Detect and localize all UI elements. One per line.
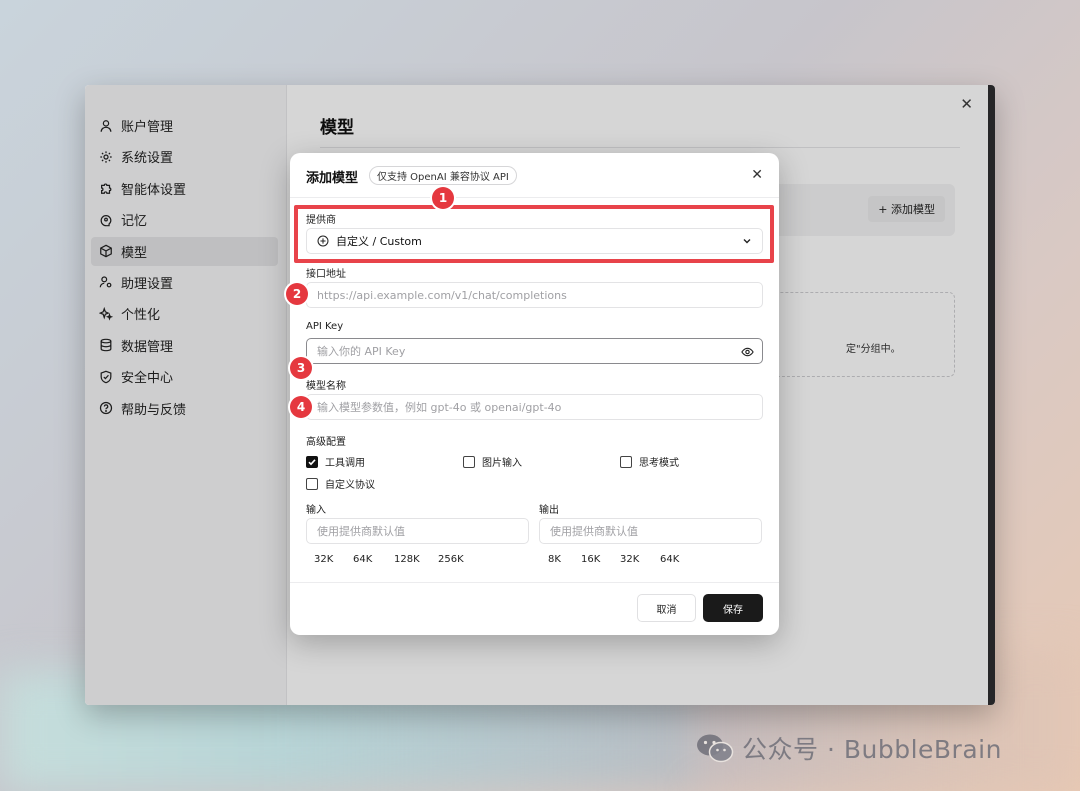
annotation-badge-3: 3: [290, 357, 312, 379]
model-name-input[interactable]: 输入模型参数值，例如 gpt-4o 或 openai/gpt-4o: [306, 394, 763, 420]
watermark: 公众号 · BubbleBrain: [696, 730, 1002, 766]
endpoint-label: 接口地址: [306, 269, 346, 280]
cancel-button[interactable]: 取消: [637, 594, 696, 622]
output-preset-32k[interactable]: 32K: [620, 554, 639, 565]
dialog-header-divider: [290, 197, 779, 198]
dialog-title: 添加模型: [306, 171, 359, 186]
tool-call-checkbox[interactable]: [306, 455, 318, 468]
checkmark-icon: [308, 458, 316, 465]
thinking-mode-checkbox[interactable]: [620, 455, 632, 468]
model-name-label: 模型名称: [306, 381, 346, 392]
output-preset-64k[interactable]: 64K: [660, 554, 679, 565]
protocol-badge: 仅支持 OpenAI 兼容协议 API: [369, 166, 517, 185]
option-label: 思考模式: [639, 458, 679, 469]
api-key-placeholder: 输入你的 API Key: [317, 345, 406, 358]
output-context-label: 输出: [539, 505, 559, 516]
output-context-field[interactable]: 使用提供商默认值: [539, 518, 762, 544]
input-preset-256k[interactable]: 256K: [438, 554, 464, 565]
annotation-badge-1: 1: [432, 187, 454, 209]
close-icon[interactable]: ✕: [751, 167, 763, 183]
input-preset-64k[interactable]: 64K: [353, 554, 372, 565]
thinking-mode-option[interactable]: 思考模式: [620, 454, 679, 469]
output-preset-8k[interactable]: 8K: [548, 554, 561, 565]
save-button[interactable]: 保存: [703, 594, 763, 622]
api-key-input[interactable]: 输入你的 API Key: [306, 338, 763, 364]
watermark-text: 公众号 · BubbleBrain: [742, 735, 1002, 764]
input-context-field[interactable]: 使用提供商默认值: [306, 518, 529, 544]
api-key-label: API Key: [306, 321, 344, 332]
input-preset-32k[interactable]: 32K: [314, 554, 333, 565]
output-preset-16k[interactable]: 16K: [581, 554, 600, 565]
input-context-label: 输入: [306, 505, 326, 516]
window-close-icon[interactable]: ✕: [960, 95, 973, 113]
image-input-option[interactable]: 图片输入: [463, 454, 522, 469]
input-preset-128k[interactable]: 128K: [394, 554, 420, 565]
custom-protocol-option[interactable]: 自定义协议: [306, 476, 375, 491]
annotation-badge-4: 4: [290, 396, 312, 418]
custom-protocol-checkbox[interactable]: [306, 477, 318, 490]
annotation-badge-2: 2: [286, 283, 308, 305]
wechat-icon: [697, 734, 734, 763]
add-model-dialog: 添加模型 仅支持 OpenAI 兼容协议 API ✕ 提供商 自定义 / Cus…: [286, 153, 779, 635]
dialog-footer-divider: [290, 582, 779, 583]
tool-call-option[interactable]: 工具调用: [306, 454, 365, 469]
eye-icon[interactable]: [741, 346, 754, 358]
option-label: 图片输入: [482, 458, 522, 469]
option-label: 自定义协议: [325, 480, 375, 491]
option-label: 工具调用: [325, 458, 365, 469]
provider-highlight-frame: [294, 205, 774, 263]
advanced-config-label: 高级配置: [306, 437, 346, 448]
image-input-checkbox[interactable]: [463, 455, 475, 468]
endpoint-input[interactable]: https://api.example.com/v1/chat/completi…: [306, 282, 763, 308]
